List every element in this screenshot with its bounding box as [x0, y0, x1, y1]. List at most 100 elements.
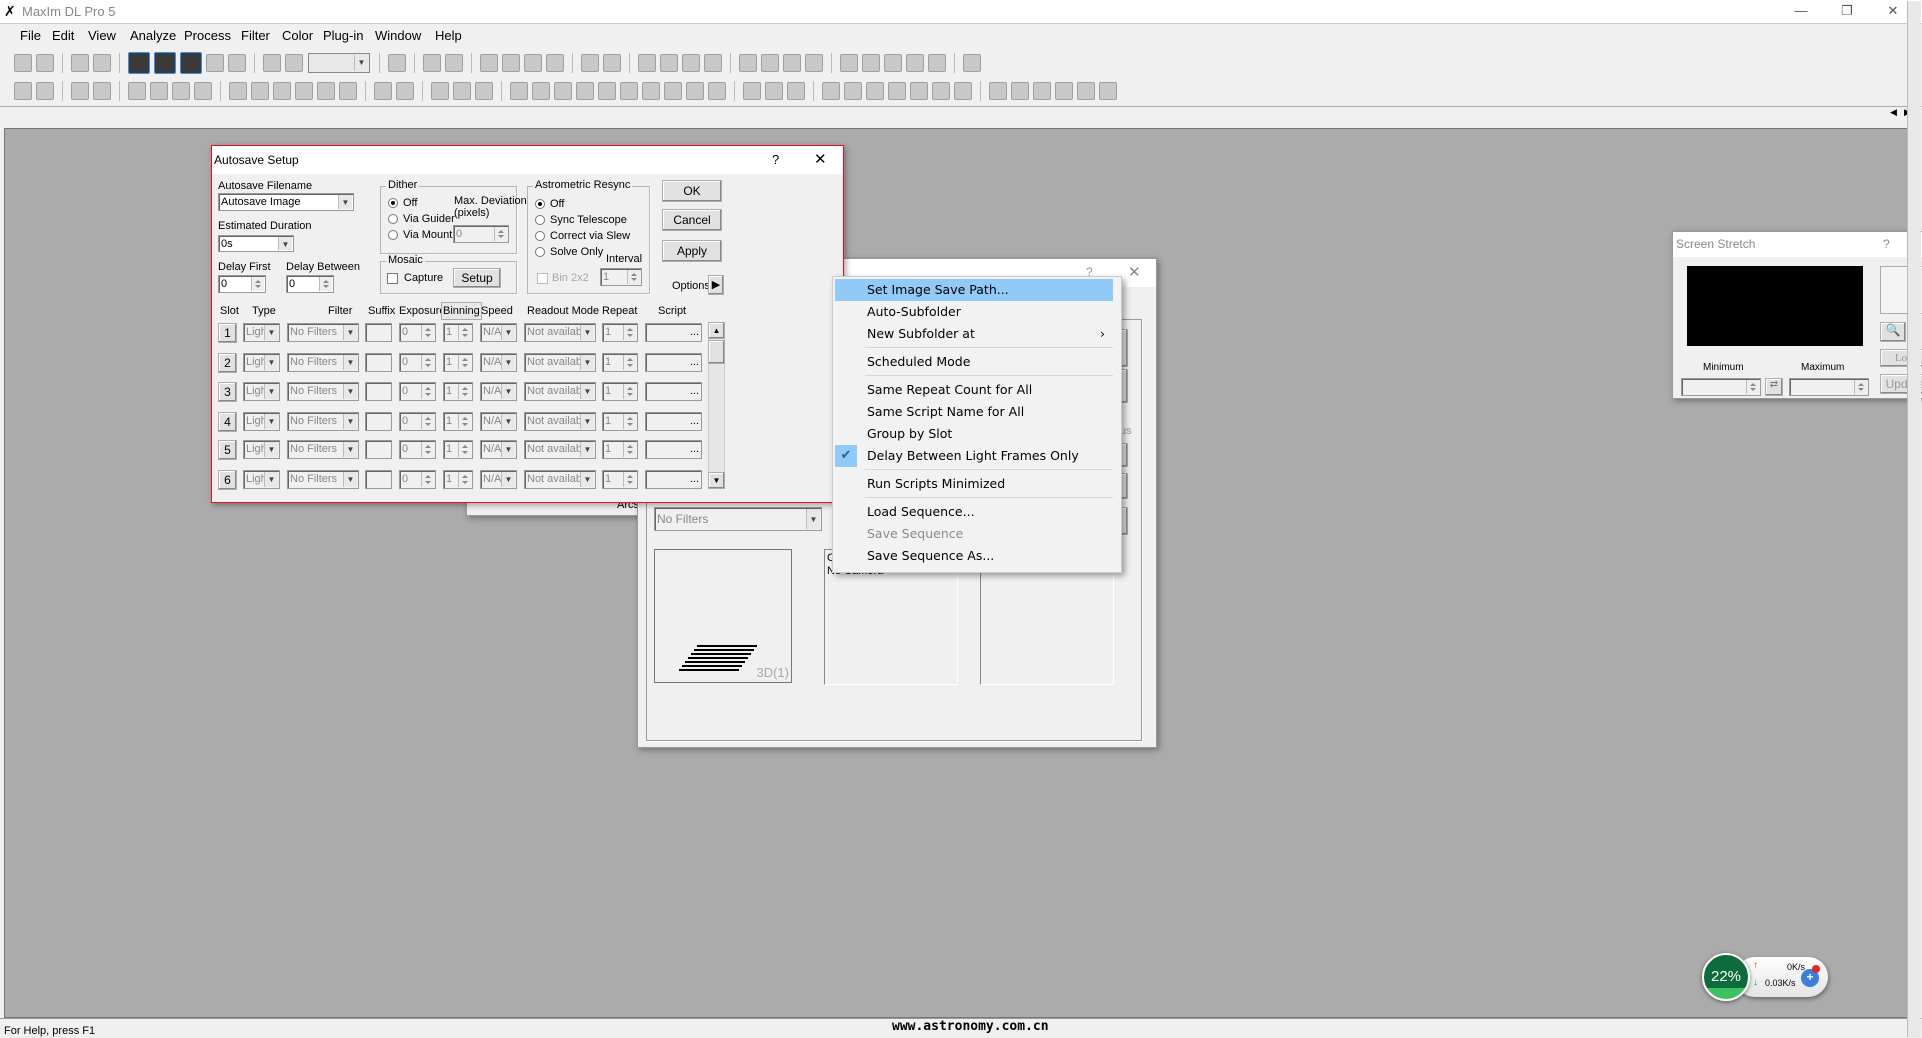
- binning-input[interactable]: 1: [443, 382, 473, 401]
- menu-item-same-repeat-count-for-all[interactable]: Same Repeat Count for All: [835, 379, 1113, 401]
- help-button[interactable]: ?: [1883, 237, 1890, 251]
- astro-radio-solve-only[interactable]: [535, 247, 545, 257]
- slot-button[interactable]: 3: [218, 382, 237, 402]
- brush-icon[interactable]: [708, 82, 726, 100]
- spinner-arrows-icon[interactable]: [623, 472, 636, 487]
- spinner-arrows-icon[interactable]: [421, 414, 434, 429]
- zoom-level-select[interactable]: ▼: [308, 53, 370, 73]
- options-arrow-button[interactable]: ▶: [708, 275, 724, 295]
- suffix-input[interactable]: [365, 353, 392, 372]
- save-icon[interactable]: [36, 54, 54, 72]
- tripod-icon[interactable]: [532, 82, 550, 100]
- estimated-duration-select[interactable]: 0s ▼: [218, 235, 294, 252]
- crop-icon[interactable]: [150, 82, 168, 100]
- calc-icon[interactable]: [431, 82, 449, 100]
- rotate-any-icon[interactable]: [317, 82, 335, 100]
- redo-icon[interactable]: [93, 54, 111, 72]
- mask-icon[interactable]: [554, 82, 572, 100]
- exposure-input[interactable]: 0: [399, 470, 436, 489]
- grid-icon[interactable]: [445, 54, 463, 72]
- scroll-down-button[interactable]: ▼: [708, 472, 725, 489]
- repeat-input[interactable]: 1: [602, 440, 638, 459]
- astro-radio-sync-telescope[interactable]: [535, 215, 545, 225]
- spinner-arrows-icon[interactable]: [623, 442, 636, 457]
- telescope-icon[interactable]: [502, 54, 520, 72]
- spinner-arrows-icon[interactable]: [421, 325, 434, 340]
- star-icon[interactable]: [686, 82, 704, 100]
- line-icon[interactable]: [928, 54, 946, 72]
- memory-usage-gauge[interactable]: 22%: [1702, 953, 1750, 1001]
- slot-button[interactable]: 4: [218, 412, 237, 432]
- exposure-input[interactable]: 0: [399, 440, 436, 459]
- play-icon[interactable]: [910, 82, 928, 100]
- mosaic-setup-button[interactable]: Setup: [453, 268, 501, 288]
- paste-icon[interactable]: [93, 82, 111, 100]
- menu-view[interactable]: View: [88, 28, 116, 43]
- undo-icon[interactable]: [71, 54, 89, 72]
- binning-input[interactable]: 1: [443, 470, 473, 489]
- zoom-in-icon[interactable]: [263, 54, 281, 72]
- speed-select[interactable]: N/A ▼: [480, 412, 517, 431]
- split-icon[interactable]: [180, 52, 202, 74]
- filter-select[interactable]: No Filters ▼: [287, 323, 359, 342]
- filter-select[interactable]: No Filters ▼: [287, 440, 359, 459]
- filter-select[interactable]: No Filters ▼: [287, 412, 359, 431]
- filter-select[interactable]: No Filters ▼: [287, 353, 359, 372]
- rotate-left-icon[interactable]: [273, 82, 291, 100]
- spinner-arrows-icon[interactable]: [421, 384, 434, 399]
- plus-icon[interactable]: [603, 54, 621, 72]
- table-icon[interactable]: [453, 82, 471, 100]
- spinner-arrows-icon[interactable]: [623, 355, 636, 370]
- suffix-input[interactable]: [365, 440, 392, 459]
- readout-mode-select[interactable]: Not available ▼: [524, 323, 596, 342]
- type-select[interactable]: Light ▼: [243, 412, 280, 431]
- spinner-arrows-icon[interactable]: [623, 384, 636, 399]
- minimize-button[interactable]: —: [1778, 0, 1824, 22]
- exposure-input[interactable]: 0: [399, 353, 436, 372]
- binning-input[interactable]: 1: [443, 412, 473, 431]
- close-button[interactable]: ✕: [1128, 263, 1141, 281]
- readout-mode-select[interactable]: Not available ▼: [524, 412, 596, 431]
- script-input[interactable]: ...: [645, 440, 702, 459]
- spinner-arrows-icon[interactable]: [421, 472, 434, 487]
- menu-item-group-by-slot[interactable]: Group by Slot: [835, 423, 1113, 445]
- copy-icon[interactable]: [581, 54, 599, 72]
- slot-button[interactable]: 5: [218, 440, 237, 460]
- bar2-icon[interactable]: [1011, 82, 1029, 100]
- cancel-button[interactable]: Cancel: [662, 209, 722, 231]
- type-select[interactable]: Light ▼: [243, 323, 280, 342]
- repeat-input[interactable]: 1: [602, 353, 638, 372]
- interval-input[interactable]: 1: [600, 268, 642, 286]
- astro-radio-off[interactable]: [535, 199, 545, 209]
- tile-icon[interactable]: [660, 54, 678, 72]
- calibrate-icon[interactable]: [480, 54, 498, 72]
- bar6-icon[interactable]: [1099, 82, 1117, 100]
- ramp3-icon[interactable]: [787, 82, 805, 100]
- spinner-arrows-icon[interactable]: [458, 442, 471, 457]
- script-input[interactable]: ...: [645, 353, 702, 372]
- menu-help[interactable]: Help: [435, 28, 462, 43]
- scrollbar-thumb[interactable]: [708, 340, 725, 364]
- rotate-right-icon[interactable]: [295, 82, 313, 100]
- scope-icon[interactable]: [524, 54, 542, 72]
- readout-mode-select[interactable]: Not available ▼: [524, 440, 596, 459]
- zoom-icon[interactable]: 🔍: [1880, 322, 1906, 342]
- dome-icon[interactable]: [510, 82, 528, 100]
- type-select[interactable]: Light ▼: [243, 440, 280, 459]
- minus-icon[interactable]: [906, 54, 924, 72]
- pencil-icon[interactable]: [374, 82, 392, 100]
- menu-file[interactable]: File: [20, 28, 41, 43]
- menu-color[interactable]: Color: [282, 28, 313, 43]
- menu-window[interactable]: Window: [375, 28, 421, 43]
- crop-icon[interactable]: [783, 54, 801, 72]
- speed-select[interactable]: N/A ▼: [480, 353, 517, 372]
- measure-icon[interactable]: [546, 54, 564, 72]
- column-header-binning[interactable]: Binning: [441, 302, 482, 320]
- spinner-arrows-icon[interactable]: [458, 325, 471, 340]
- zoom-fit-icon[interactable]: [963, 54, 981, 72]
- bar5-icon[interactable]: [1077, 82, 1095, 100]
- readout-mode-select[interactable]: Not available ▼: [524, 470, 596, 489]
- menu-item-auto-subfolder[interactable]: Auto-Subfolder: [835, 301, 1113, 323]
- redo-icon[interactable]: [36, 82, 54, 100]
- scroll-up-button[interactable]: ▲: [708, 322, 725, 339]
